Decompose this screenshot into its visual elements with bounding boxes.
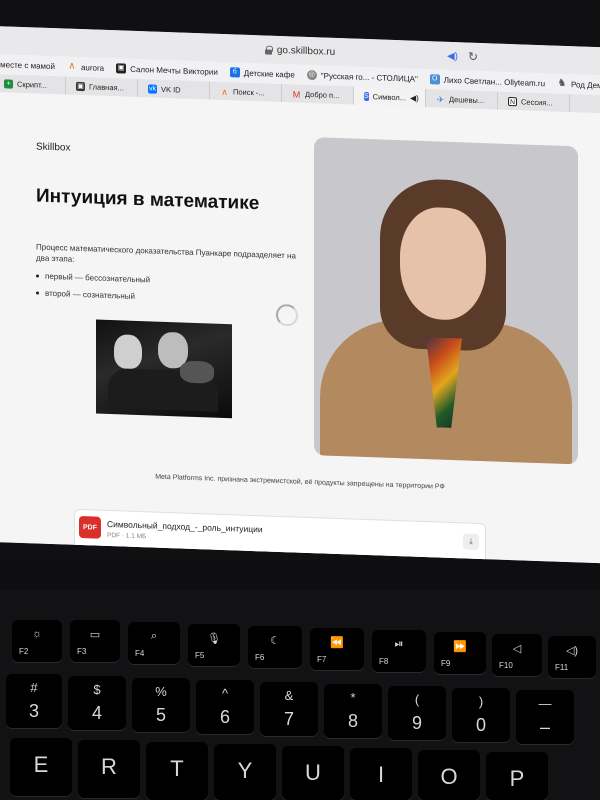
laptop-screen: go.skillbox.ru ◀) ↻ вместе с мамой ∧ aur… bbox=[0, 26, 600, 564]
key-f10[interactable]: ◁ F10 bbox=[492, 634, 542, 676]
audio-playing-icon[interactable]: ◀) bbox=[447, 51, 458, 62]
bookmark-item[interactable]: О Лихо Светлан... Ollyteam.ru bbox=[429, 74, 545, 88]
key-3[interactable]: # 3 bbox=[6, 674, 62, 728]
key-minus[interactable]: — – bbox=[516, 690, 574, 744]
key-5[interactable]: % 5 bbox=[132, 678, 190, 732]
download-icon: ⤓ bbox=[469, 536, 473, 546]
key-y[interactable]: Y bbox=[214, 744, 276, 800]
mute-icon: ◁ bbox=[512, 643, 522, 655]
person-icon: ♞ bbox=[557, 77, 567, 89]
bookmark-item[interactable]: ♞ Род Демидо...ВЕК АВРОРЫ bbox=[557, 77, 600, 93]
key-f6[interactable]: ☾ F6 bbox=[248, 626, 302, 668]
key-f5[interactable]: 🎙 F5 bbox=[188, 624, 240, 666]
olly-icon: О bbox=[429, 74, 440, 85]
lesson-page: Skillbox Интуиция в математике Процесс м… bbox=[0, 92, 600, 564]
gmail-icon: M bbox=[292, 88, 301, 100]
brand-label: Skillbox bbox=[36, 141, 71, 154]
key-u[interactable]: U bbox=[282, 746, 344, 800]
fast-forward-icon: ⏩ bbox=[453, 641, 467, 653]
stage-list: первый — бессознательный второй — сознат… bbox=[36, 271, 150, 309]
skillbox-icon: S bbox=[364, 91, 369, 101]
site-icon: ▣ bbox=[76, 81, 85, 91]
bookmark-item[interactable]: ◎ "Русская го... - СТОЛИЦА" bbox=[306, 69, 418, 84]
globe-icon: ◎ bbox=[306, 69, 317, 81]
aurora-icon: ∧ bbox=[68, 60, 76, 72]
key-f11[interactable]: ◁) F11 bbox=[548, 636, 596, 678]
lesson-intro: Процесс математического доказательства П… bbox=[36, 242, 296, 264]
cafe-icon: б bbox=[229, 67, 240, 78]
key-0[interactable]: ) 0 bbox=[452, 688, 510, 742]
key-f4[interactable]: ⌕ F4 bbox=[128, 622, 180, 664]
speaker-video[interactable] bbox=[314, 137, 578, 465]
mission-control-icon: ▭ bbox=[89, 629, 101, 641]
salon-icon: ▣ bbox=[116, 63, 127, 74]
volume-down-icon: ◁) bbox=[565, 645, 579, 657]
key-f7[interactable]: ⏪ F7 bbox=[310, 628, 364, 670]
legal-note: Meta Platforms Inc. признана экстремистс… bbox=[155, 473, 445, 491]
download-button[interactable]: ⤓ bbox=[463, 533, 479, 550]
microphone-icon: 🎙 bbox=[207, 633, 221, 645]
key-i[interactable]: I bbox=[350, 748, 412, 800]
sheets-icon: + bbox=[4, 78, 13, 89]
key-f3[interactable]: ▭ F3 bbox=[70, 620, 120, 662]
aurora-icon: ∧ bbox=[221, 86, 228, 97]
lock-icon bbox=[265, 45, 272, 54]
vk-icon: vk bbox=[148, 83, 157, 94]
key-7[interactable]: & 7 bbox=[260, 682, 318, 736]
key-8[interactable]: * 8 bbox=[324, 684, 382, 738]
bookmark-item[interactable]: ▣ Салон Мечты Виктории bbox=[116, 63, 218, 77]
archive-photo bbox=[96, 319, 232, 419]
plane-icon: ✈ bbox=[436, 93, 445, 105]
search-icon: ⌕ bbox=[150, 630, 158, 642]
key-p[interactable]: P bbox=[486, 752, 548, 800]
key-f2[interactable]: ☼ F2 bbox=[12, 620, 62, 662]
key-4[interactable]: $ 4 bbox=[68, 676, 126, 730]
key-o[interactable]: O bbox=[418, 750, 480, 800]
tab[interactable]: + Скрипт... bbox=[0, 74, 66, 95]
rewind-icon: ⏪ bbox=[330, 637, 344, 649]
bookmark-item[interactable]: б Детские кафе bbox=[229, 67, 295, 79]
file-meta: PDF · 1.1 МБ bbox=[107, 531, 147, 541]
play-pause-icon: ⏯ bbox=[394, 638, 404, 650]
bookmark-item[interactable]: ∧ aurora bbox=[67, 60, 104, 73]
notion-icon: N bbox=[508, 96, 517, 106]
reload-icon[interactable]: ↻ bbox=[468, 50, 478, 64]
bookmark-item[interactable]: вместе с мамой bbox=[0, 60, 55, 71]
url-field[interactable]: go.skillbox.ru bbox=[265, 44, 335, 57]
key-f8[interactable]: ⏯ F8 bbox=[372, 630, 426, 672]
url-text: go.skillbox.ru bbox=[276, 44, 336, 58]
key-f9[interactable]: ⏩ F9 bbox=[434, 632, 486, 674]
key-9[interactable]: ( 9 bbox=[388, 686, 446, 740]
key-6[interactable]: ^ 6 bbox=[196, 680, 254, 734]
list-item: второй — сознательный bbox=[36, 288, 150, 301]
list-item: первый — бессознательный bbox=[36, 271, 150, 285]
tab-audio-icon[interactable]: ◀) bbox=[410, 93, 419, 102]
key-r[interactable]: R bbox=[78, 740, 140, 798]
key-t[interactable]: T bbox=[146, 742, 208, 800]
brightness-up-icon: ☼ bbox=[31, 628, 43, 640]
pdf-icon: PDF bbox=[79, 515, 101, 539]
moon-icon: ☾ bbox=[270, 635, 280, 647]
loading-spinner bbox=[276, 303, 298, 327]
key-e[interactable]: E bbox=[10, 738, 72, 796]
lesson-title: Интуиция в математике bbox=[36, 185, 260, 215]
keyboard: ☼ F2 ▭ F3 ⌕ F4 🎙 F5 ☾ F6 ⏪ F7 ⏯ F8 ⏩ F9 … bbox=[0, 590, 600, 800]
